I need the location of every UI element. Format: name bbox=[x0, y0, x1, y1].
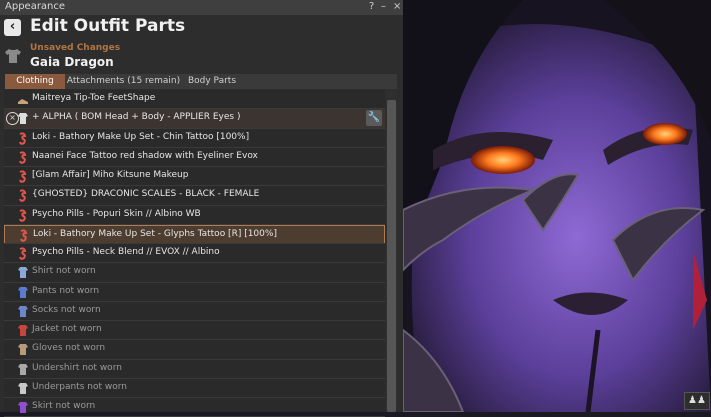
list-item-label: Psycho Pills - Popuri Skin // Albino WB bbox=[32, 209, 201, 219]
list-item-label: Gloves not worn bbox=[32, 343, 106, 353]
skirt-icon bbox=[18, 402, 28, 413]
list-item-label: Pants not worn bbox=[32, 286, 100, 296]
list-item[interactable]: Loki - Bathory Make Up Set - Glyphs Tatt… bbox=[4, 225, 385, 244]
minimize-icon[interactable]: – bbox=[381, 1, 386, 12]
tattoo-icon bbox=[20, 229, 28, 242]
list-item-label: Maitreya Tip-Toe FeetShape bbox=[32, 93, 156, 103]
tab-body-parts[interactable]: Body Parts bbox=[182, 74, 242, 89]
jacket-icon bbox=[18, 325, 28, 336]
gloves-icon bbox=[18, 344, 28, 355]
underpants-icon bbox=[18, 383, 28, 394]
list-item-label: {GHOSTED} DRACONIC SCALES - BLACK - FEMA… bbox=[32, 189, 260, 199]
list-item-label: + ALPHA ( BOM Head + Body - APPLIER Eyes… bbox=[32, 112, 241, 122]
list-item[interactable]: Psycho Pills - Neck Blend // EVOX // Alb… bbox=[4, 244, 385, 263]
window-titlebar[interactable]: Appearance ? – × bbox=[0, 0, 403, 15]
back-button[interactable]: ‹ bbox=[4, 19, 21, 36]
list-item[interactable]: Shirt not worn bbox=[4, 263, 385, 282]
avatar-viewport[interactable] bbox=[403, 0, 711, 412]
outfit-icon bbox=[5, 49, 21, 63]
list-item-label: Undershirt not worn bbox=[32, 363, 122, 373]
tattoo-icon bbox=[19, 170, 27, 183]
list-item[interactable]: Jacket not worn bbox=[4, 321, 385, 340]
list-item[interactable]: Pants not worn bbox=[4, 283, 385, 302]
tab-bar: Clothing Attachments (15 remain) Body Pa… bbox=[5, 74, 397, 89]
list-item[interactable]: Skirt not worn bbox=[4, 398, 385, 417]
outfit-items-list: Maitreya Tip-Toe FeetShape × + ALPHA ( BOM… bbox=[4, 90, 385, 417]
tattoo-icon bbox=[19, 151, 27, 164]
list-item-label: Underpants not worn bbox=[32, 382, 127, 392]
pants-icon bbox=[18, 287, 28, 298]
tattoo-icon bbox=[19, 247, 27, 260]
list-item[interactable]: Loki - Bathory Make Up Set - Chin Tattoo… bbox=[4, 129, 385, 148]
list-item-label: [Glam Affair] Miho Kitsune Makeup bbox=[32, 170, 189, 180]
list-item[interactable]: × + ALPHA ( BOM Head + Body - APPLIER Eye… bbox=[4, 109, 385, 128]
undershirt-icon bbox=[18, 364, 28, 375]
shoes-icon bbox=[18, 99, 28, 104]
list-item-label: Psycho Pills - Neck Blend // EVOX // Alb… bbox=[32, 247, 220, 257]
shirt-icon bbox=[18, 113, 28, 124]
list-item[interactable]: {GHOSTED} DRACONIC SCALES - BLACK - FEMA… bbox=[4, 186, 385, 205]
list-item[interactable]: Underpants not worn bbox=[4, 379, 385, 398]
window-title: Appearance bbox=[5, 1, 66, 12]
tattoo-icon bbox=[19, 132, 27, 145]
tattoo-icon bbox=[19, 189, 27, 202]
right-eye bbox=[643, 123, 687, 145]
scrollbar-thumb[interactable] bbox=[387, 100, 396, 412]
list-scrollbar[interactable] bbox=[386, 90, 397, 412]
appearance-panel: Appearance ? – × ‹ Edit Outfit Parts Uns… bbox=[0, 0, 403, 417]
page-title: Edit Outfit Parts bbox=[30, 16, 186, 36]
left-eye bbox=[471, 146, 535, 174]
list-item-label: Socks not worn bbox=[32, 305, 101, 315]
list-item[interactable]: Psycho Pills - Popuri Skin // Albino WB bbox=[4, 206, 385, 225]
list-item[interactable]: Maitreya Tip-Toe FeetShape bbox=[4, 90, 385, 109]
help-icon[interactable]: ? bbox=[369, 1, 374, 12]
list-item-label: Skirt not worn bbox=[32, 401, 96, 411]
list-item[interactable]: Socks not worn bbox=[4, 302, 385, 321]
edit-wrench-button[interactable]: 🔧 bbox=[366, 110, 382, 126]
avatar-tray-icon[interactable]: ♟♟ bbox=[684, 392, 710, 410]
tattoo-icon bbox=[19, 209, 27, 222]
list-item[interactable]: [Glam Affair] Miho Kitsune Makeup bbox=[4, 167, 385, 186]
list-item-label: Loki - Bathory Make Up Set - Chin Tattoo… bbox=[32, 132, 250, 142]
list-item[interactable]: Undershirt not worn bbox=[4, 360, 385, 379]
list-item-label: Shirt not worn bbox=[32, 266, 96, 276]
list-item-label: Jacket not worn bbox=[32, 324, 102, 334]
tab-clothing[interactable]: Clothing bbox=[5, 74, 65, 89]
shirt-icon bbox=[18, 267, 28, 278]
socks-icon bbox=[18, 306, 28, 317]
close-icon[interactable]: × bbox=[393, 1, 401, 12]
outfit-name: Gaia Dragon bbox=[30, 55, 114, 69]
list-item-label: Loki - Bathory Make Up Set - Glyphs Tatt… bbox=[33, 229, 277, 239]
tab-attachments[interactable]: Attachments (15 remain) bbox=[65, 74, 182, 89]
list-item-label: Naanei Face Tattoo red shadow with Eyeli… bbox=[32, 151, 258, 161]
unsaved-status: Unsaved Changes bbox=[30, 43, 121, 53]
list-item[interactable]: Naanei Face Tattoo red shadow with Eyeli… bbox=[4, 148, 385, 167]
list-item[interactable]: Gloves not worn bbox=[4, 340, 385, 359]
